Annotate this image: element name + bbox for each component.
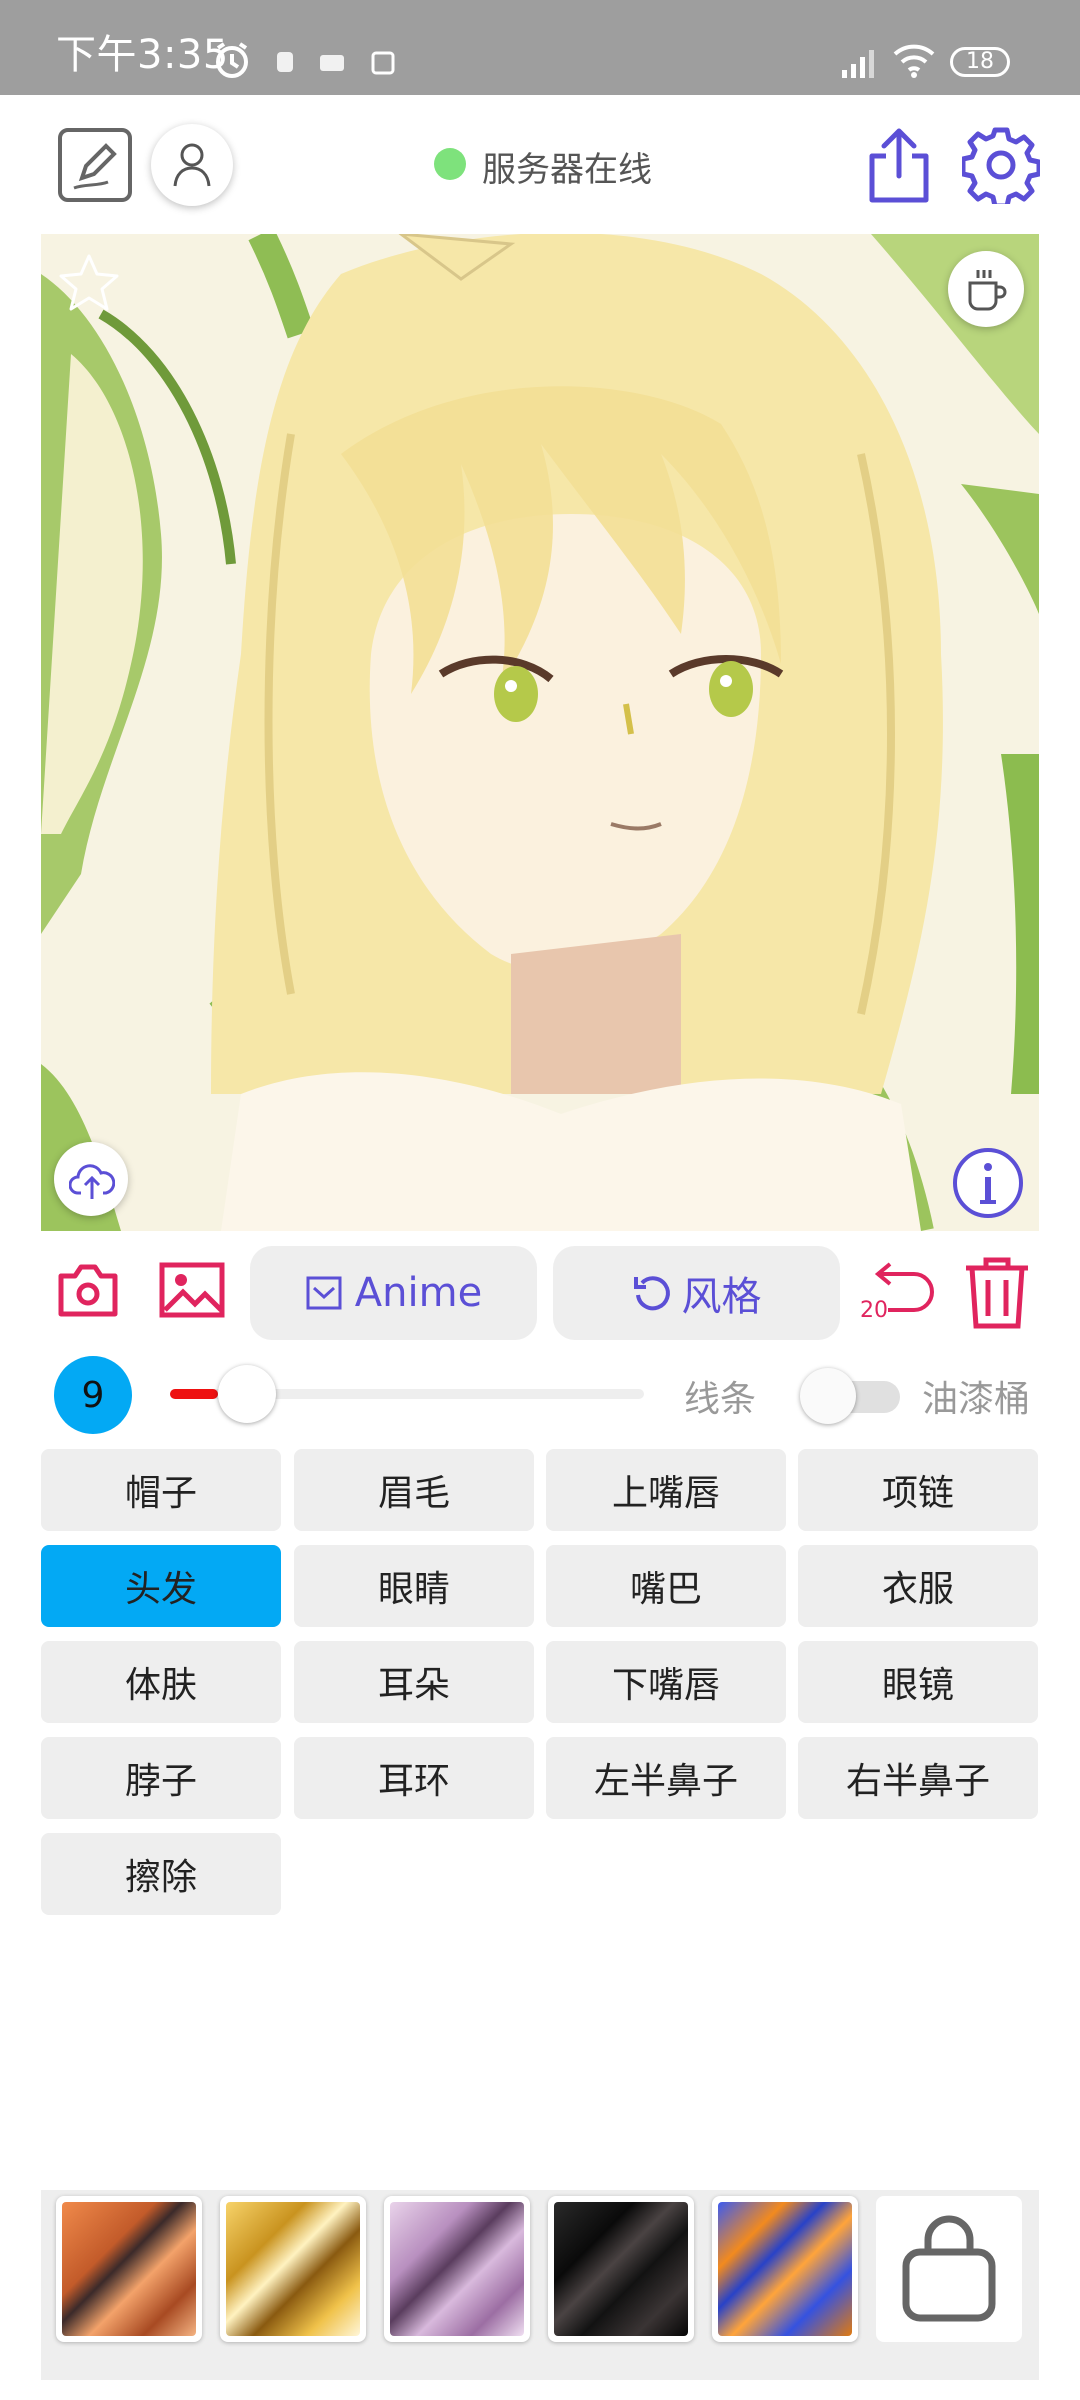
part-button[interactable]: 擦除 [41, 1833, 281, 1915]
part-label: 嘴巴 [629, 1569, 702, 1610]
part-button[interactable]: 嘴巴 [546, 1545, 786, 1627]
toggle-thumb [800, 1368, 856, 1424]
part-button[interactable]: 体肤 [41, 1641, 281, 1723]
part-label: 眼镜 [881, 1665, 954, 1706]
part-label: 体肤 [124, 1665, 197, 1706]
part-label: 眼睛 [377, 1569, 450, 1610]
alarm-icon [216, 42, 248, 78]
part-label: 右半鼻子 [845, 1761, 990, 1802]
part-button[interactable]: 项链 [798, 1449, 1038, 1531]
battery-indicator: 18 [950, 47, 1010, 77]
wifi-icon [893, 44, 935, 78]
part-label: 帽子 [124, 1473, 197, 1514]
part-button[interactable]: 下嘴唇 [546, 1641, 786, 1723]
settings-button[interactable] [962, 126, 1040, 204]
info-button[interactable] [951, 1146, 1025, 1220]
part-button[interactable]: 上嘴唇 [546, 1449, 786, 1531]
server-status-dot [434, 148, 466, 180]
status-bar: 下午3:35 18 [0, 0, 1080, 95]
slider-fill [170, 1389, 218, 1399]
share-button[interactable] [866, 126, 932, 204]
style-label: 风格 [681, 1274, 762, 1320]
brush-size-badge: 9 [54, 1356, 132, 1434]
texture-shop-button[interactable] [876, 2196, 1022, 2342]
swatch-blue-orange[interactable] [712, 2196, 858, 2342]
pencil-icon [73, 143, 117, 190]
swatch-orange[interactable] [56, 2196, 202, 2342]
undo-count: 20 [860, 1298, 888, 1323]
coffee-button[interactable] [948, 251, 1024, 327]
slider-thumb[interactable] [218, 1365, 276, 1423]
part-label: 左半鼻子 [593, 1761, 738, 1802]
line-mode-label: 线条 [684, 1379, 757, 1420]
upload-button[interactable] [54, 1142, 128, 1216]
anime-portrait-image [41, 234, 1039, 1231]
orange-texture [62, 2202, 196, 2336]
mail-check-icon [306, 1276, 342, 1310]
part-label: 头发 [124, 1569, 197, 1610]
swatch-black[interactable] [548, 2196, 694, 2342]
blue-orange-texture [718, 2202, 852, 2336]
swatch-lilac[interactable] [384, 2196, 530, 2342]
part-button[interactable]: 眉毛 [294, 1449, 534, 1531]
lilac-texture [390, 2202, 524, 2336]
signal-icon [842, 50, 874, 78]
black-texture [554, 2202, 688, 2336]
undo-button[interactable]: 20 [858, 1256, 938, 1336]
notification-icon [277, 52, 293, 72]
user-button[interactable] [151, 124, 233, 206]
bucket-label: 油漆桶 [922, 1379, 1031, 1420]
part-button[interactable]: 左半鼻子 [546, 1737, 786, 1819]
brush-size-value: 9 [81, 1374, 105, 1416]
status-time: 下午3:35 [56, 32, 229, 78]
anime-model-button[interactable]: Anime [250, 1246, 537, 1340]
gold-texture [226, 2202, 360, 2336]
camera-button[interactable] [57, 1262, 119, 1318]
delete-button[interactable] [962, 1256, 1032, 1330]
part-label: 上嘴唇 [611, 1473, 720, 1514]
gallery-button[interactable] [159, 1262, 225, 1318]
notification-icon [371, 51, 395, 75]
part-label: 耳环 [377, 1761, 450, 1802]
refresh-icon [633, 1276, 670, 1311]
style-button[interactable]: 风格 [553, 1246, 840, 1340]
part-button[interactable]: 眼镜 [798, 1641, 1038, 1723]
shopping-bag-icon [902, 2215, 996, 2322]
part-button[interactable]: 脖子 [41, 1737, 281, 1819]
part-label: 项链 [881, 1473, 954, 1514]
favorite-star-button[interactable] [57, 252, 121, 314]
part-label: 擦除 [124, 1857, 197, 1898]
part-label: 下嘴唇 [611, 1665, 720, 1706]
part-label: 眉毛 [377, 1473, 450, 1514]
part-button[interactable]: 衣服 [798, 1545, 1038, 1627]
brush-size-slider[interactable] [170, 1365, 644, 1423]
cloud-upload-icon [69, 1164, 115, 1199]
part-button[interactable]: 右半鼻子 [798, 1737, 1038, 1819]
coffee-cup-icon [968, 270, 1007, 311]
bucket-toggle[interactable] [800, 1368, 904, 1424]
part-button[interactable]: 耳朵 [294, 1641, 534, 1723]
part-button[interactable]: 帽子 [41, 1449, 281, 1531]
part-button[interactable]: 头发 [41, 1545, 281, 1627]
battery-level: 18 [966, 49, 994, 74]
anime-model-label: Anime [354, 1270, 483, 1316]
part-label: 衣服 [881, 1569, 954, 1610]
edit-button[interactable] [58, 128, 132, 202]
part-label: 脖子 [124, 1761, 197, 1802]
server-status-text: 服务器在线 [482, 150, 652, 190]
swatch-gold[interactable] [220, 2196, 366, 2342]
drawing-canvas[interactable] [41, 234, 1039, 1231]
part-button[interactable]: 眼睛 [294, 1545, 534, 1627]
part-label: 耳朵 [377, 1665, 450, 1706]
notification-icon [320, 55, 344, 71]
user-icon [173, 143, 211, 187]
part-button[interactable]: 耳环 [294, 1737, 534, 1819]
